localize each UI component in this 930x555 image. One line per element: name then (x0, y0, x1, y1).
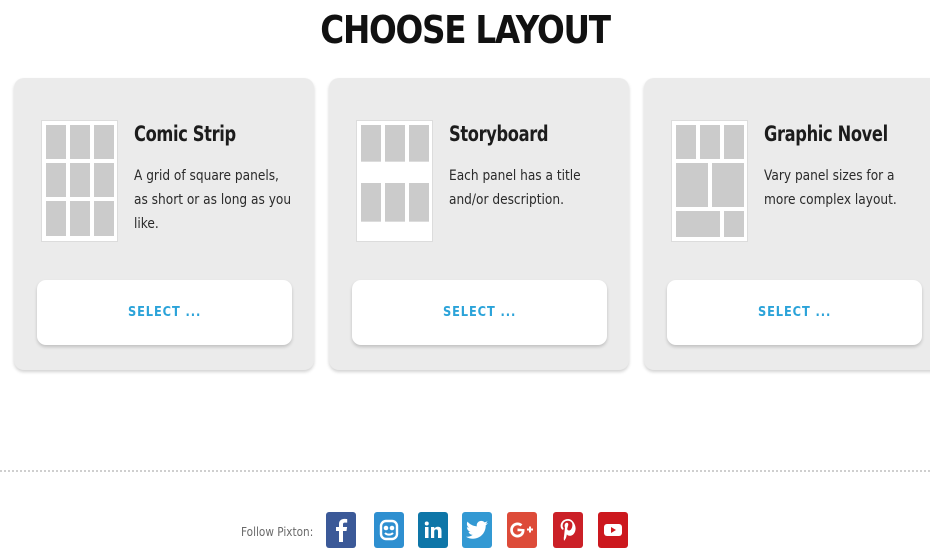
follow-label: Follow Pixton: (241, 524, 314, 539)
comic-strip-grid-icon (41, 120, 118, 242)
storyboard-icon (356, 120, 433, 242)
select-storyboard-button[interactable]: SELECT ... (352, 280, 607, 345)
page-title: CHOOSE LAYOUT (320, 8, 611, 52)
select-comic-strip-button[interactable]: SELECT ... (37, 280, 292, 345)
twitter-icon[interactable] (462, 512, 492, 548)
graphic-novel-icon (671, 120, 748, 242)
layout-card-storyboard[interactable]: Storyboard Each panel has a title and/or… (329, 78, 629, 370)
edmodo-icon[interactable] (374, 512, 404, 548)
select-button-label: SELECT ... (127, 305, 202, 320)
layout-description: A grid of square panels, as short or as … (134, 168, 292, 232)
pinterest-icon[interactable] (553, 512, 583, 548)
layout-title: Comic Strip (134, 122, 236, 146)
layout-card-comic-strip[interactable]: Comic Strip A grid of square panels, as … (14, 78, 314, 370)
layout-title: Graphic Novel (764, 122, 888, 146)
layout-description: Each panel has a title and/or descriptio… (449, 168, 581, 208)
select-button-label: SELECT ... (442, 305, 517, 320)
facebook-icon[interactable] (326, 512, 356, 548)
layout-description: Vary panel sizes for a more complex layo… (764, 168, 897, 208)
youtube-icon[interactable] (598, 512, 628, 548)
layout-card-graphic-novel[interactable]: Graphic Novel Vary panel sizes for a mor… (644, 78, 930, 370)
layout-title: Storyboard (449, 122, 549, 146)
select-button-label: SELECT ... (757, 305, 832, 320)
footer-divider (0, 470, 930, 472)
google-plus-icon[interactable] (507, 512, 537, 548)
linkedin-icon[interactable] (418, 512, 448, 548)
select-graphic-novel-button[interactable]: SELECT ... (667, 280, 922, 345)
